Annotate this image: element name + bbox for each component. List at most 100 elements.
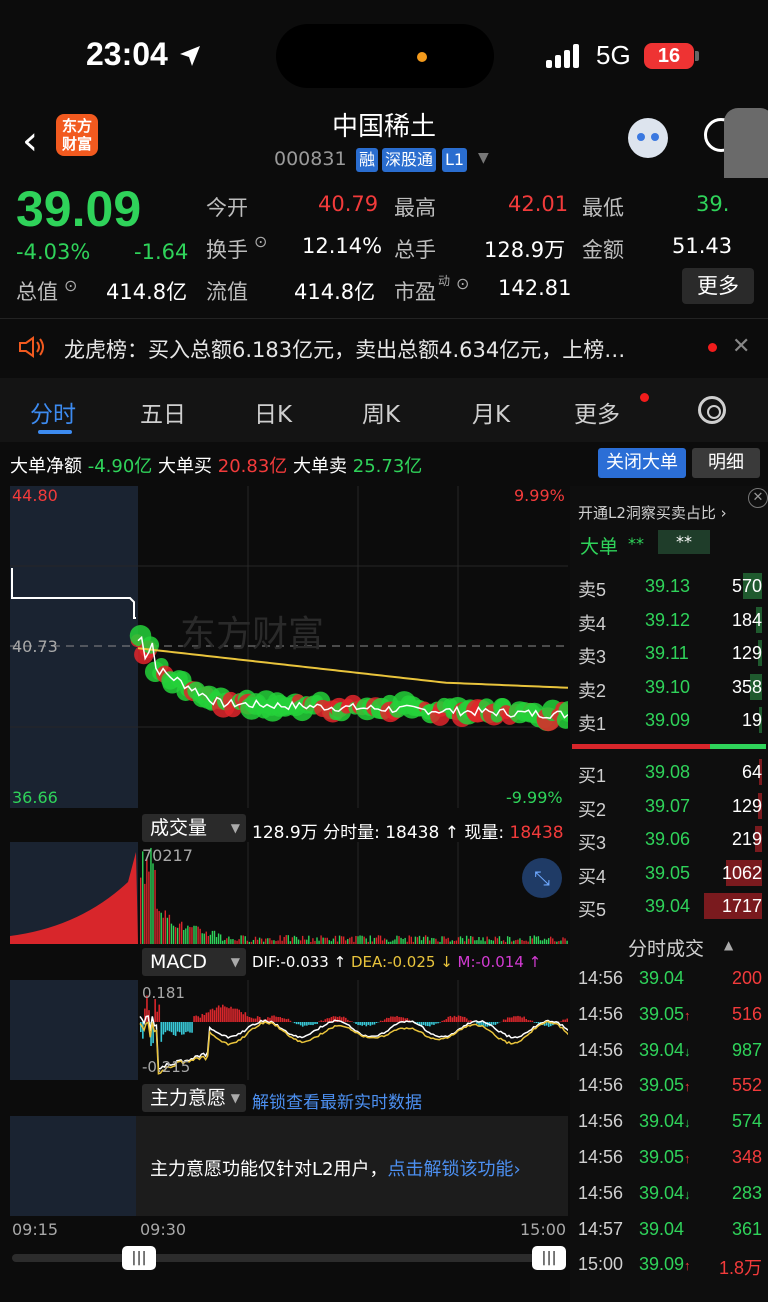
tick-row: 14:56 39.05↑ 552 (578, 1069, 762, 1105)
l2-banner[interactable]: 开通L2洞察买卖占比 › (578, 502, 727, 523)
macd-bar (207, 1012, 210, 1022)
volume-bar (353, 941, 355, 944)
macd-bar (447, 1016, 450, 1022)
macd-bar (215, 1007, 218, 1022)
bid-level-1[interactable]: 买1 39.08 64 (578, 756, 762, 790)
tab-five-day[interactable]: 五日 (140, 395, 186, 429)
macd-top: 0.181 (142, 984, 185, 1002)
macd-chart[interactable] (10, 980, 568, 1080)
volume-bar (275, 941, 277, 944)
info-icon[interactable]: ⊙ (456, 274, 469, 293)
volume-bar (342, 936, 345, 944)
volume-bar (558, 941, 560, 944)
recording-indicator (417, 52, 427, 62)
ask-level-5[interactable]: 卖1 39.09 19 (578, 704, 762, 738)
dragon-tiger-notice[interactable]: 龙虎榜：买入总额6.183亿元，卖出总额4.634亿元，上榜… (64, 334, 625, 364)
macd-bar (390, 1016, 392, 1022)
detail-button[interactable]: 明细 (692, 448, 760, 478)
macd-bar (379, 1020, 382, 1022)
close-icon[interactable]: ✕ (748, 488, 768, 508)
volume-bar (427, 936, 429, 944)
bid-level-2[interactable]: 买2 39.07 129 (578, 790, 762, 824)
tick-time: 14:56 (578, 1147, 624, 1167)
volume-bar (550, 936, 552, 944)
macd-bar (234, 1008, 236, 1022)
ask-level-3[interactable]: 卖3 39.11 129 (578, 637, 762, 671)
close-big-order-button[interactable]: 关闭大单 (598, 448, 686, 478)
volume-chart[interactable] (10, 842, 568, 944)
volume-bar (205, 931, 207, 944)
unlock-link[interactable]: 解锁查看最新实时数据 (252, 1088, 422, 1113)
macd-selector[interactable]: MACD ▼ (142, 948, 246, 976)
macd-bar (326, 1018, 329, 1022)
volume-bar (211, 930, 214, 944)
close-icon[interactable]: ✕ (732, 334, 750, 359)
macd-bar (328, 1018, 331, 1022)
ask-level-4[interactable]: 卖2 39.10 358 (578, 671, 762, 705)
bid-level-4[interactable]: 买4 39.05 1062 (578, 857, 762, 891)
info-icon[interactable]: ⊙ (254, 232, 267, 251)
macd-bar (310, 1022, 312, 1025)
intraday-chart[interactable]: 东方财富 (10, 486, 568, 808)
tick-row: 14:56 39.04↓ 574 (578, 1105, 762, 1141)
volume-bar (412, 941, 415, 944)
tick-time: 14:57 (578, 1218, 624, 1239)
volume-bar (299, 940, 302, 944)
volume-bar (386, 939, 388, 944)
volume-bar (414, 936, 417, 944)
info-icon[interactable]: ⊙ (64, 276, 77, 295)
unlock-feature-link[interactable]: 点击解锁该功能 (387, 1159, 513, 1180)
bid-level-5[interactable]: 买5 39.04 1717 (578, 890, 762, 924)
caret-up-icon[interactable]: ▲ (724, 938, 733, 952)
main-force-selector[interactable]: 主力意愿 ▼ (142, 1084, 246, 1112)
volume-bar (531, 938, 533, 944)
macd-bar (211, 1008, 214, 1022)
chevron-down-icon[interactable]: ▼ (478, 150, 489, 166)
level-tag[interactable]: L1 (442, 148, 468, 172)
ticks-title[interactable]: 分时成交 (628, 934, 704, 961)
macd-bar (254, 1018, 257, 1022)
volume-bar (480, 940, 482, 944)
tick-volume: 516 (731, 1003, 762, 1024)
margin-tag[interactable]: 融 (356, 148, 379, 172)
level-price: 39.10 (645, 676, 691, 697)
gear-icon[interactable] (698, 396, 726, 424)
macd-bar (166, 1022, 169, 1031)
bid-level-3[interactable]: 买3 39.06 219 (578, 823, 762, 857)
volume-bar (431, 937, 433, 944)
macd-bar (176, 1022, 179, 1032)
volume-bar (424, 935, 427, 944)
more-button[interactable]: 更多 (682, 268, 754, 304)
volume-bar (375, 937, 378, 944)
tick-volume: 200 (731, 968, 762, 988)
expand-icon[interactable]: ⤡ (522, 858, 562, 898)
volume-bar (406, 941, 408, 944)
connect-tag[interactable]: 深股通 (382, 148, 437, 172)
tab-monthly-k[interactable]: 月K (472, 395, 510, 429)
ask-level-1[interactable]: 卖5 39.13 570 (578, 570, 762, 604)
volume-selector[interactable]: 成交量 ▼ (142, 814, 246, 842)
tab-intraday[interactable]: 分时 (30, 395, 76, 429)
volume-bar (172, 925, 175, 944)
tab-daily-k[interactable]: 日K (254, 395, 292, 429)
tick-volume: 348 (731, 1147, 762, 1167)
volume-bar (340, 936, 343, 944)
volume-bar (564, 938, 566, 944)
tab-more[interactable]: 更多 (574, 395, 620, 429)
time-range-track[interactable] (12, 1254, 566, 1262)
ask-level-2[interactable]: 卖4 39.12 184 (578, 604, 762, 638)
macd-bar (392, 1016, 394, 1022)
volume-bar (547, 938, 550, 944)
level-price: 39.06 (645, 829, 691, 849)
range-end-handle[interactable]: ||| (532, 1246, 566, 1270)
robot-assistant-icon[interactable] (628, 118, 668, 158)
volume-bar (308, 935, 310, 944)
volume-bar (224, 939, 226, 944)
macd-bar (449, 1015, 452, 1022)
macd-bar (457, 1015, 460, 1022)
volume-bar (560, 940, 562, 944)
range-start-handle[interactable]: ||| (122, 1246, 156, 1270)
macd-bar (388, 1018, 390, 1022)
tab-weekly-k[interactable]: 周K (362, 395, 400, 429)
volume-bar (474, 940, 476, 944)
